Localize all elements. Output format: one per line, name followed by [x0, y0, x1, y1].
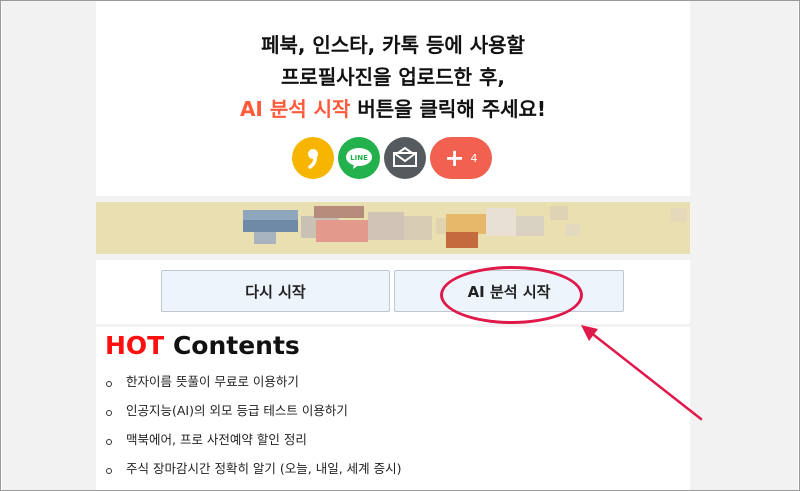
- intro-line-3-rest: 버튼을 클릭해 주세요!: [350, 97, 547, 121]
- hot-contents-item[interactable]: 인공지능(AI)의 외모 등급 테스트 이용하기: [104, 400, 402, 429]
- hot-contents-title: HOT Contents: [105, 331, 300, 360]
- hot-contents-panel: HOT Contents 한자이름 뜻풀이 무료로 이용하기 인공지능(AI)의…: [96, 327, 690, 490]
- intro-line-1: 페북, 인스타, 카톡 등에 사용할: [261, 33, 525, 57]
- ad-banner[interactable]: [96, 202, 690, 254]
- hot-contents-item[interactable]: 한자이름 뜻풀이 무료로 이용하기: [104, 371, 402, 400]
- mail-icon: [393, 147, 417, 167]
- kakao-talk-icon: [308, 149, 318, 169]
- action-panel: 다시 시작 AI 분석 시작: [96, 260, 690, 324]
- intro-line-3: AI 분석 시작 버튼을 클릭해 주세요!: [96, 93, 690, 122]
- plus-icon: +: [444, 144, 465, 172]
- share-count: 4: [470, 151, 478, 165]
- hot-contents-list: 한자이름 뜻풀이 무료로 이용하기 인공지능(AI)의 외모 등급 테스트 이용…: [104, 371, 402, 487]
- share-more-button[interactable]: + 4: [430, 137, 492, 179]
- intro-accent: AI 분석 시작: [239, 97, 351, 121]
- page-frame: 페북, 인스타, 카톡 등에 사용할 프로필사진을 업로드한 후, AI 분석 …: [0, 0, 800, 491]
- share-kakao-button[interactable]: [292, 137, 334, 179]
- share-line-button[interactable]: LINE: [338, 137, 380, 179]
- line-icon: LINE: [346, 148, 372, 169]
- intro-panel: 페북, 인스타, 카톡 등에 사용할 프로필사진을 업로드한 후, AI 분석 …: [96, 1, 690, 196]
- share-mail-button[interactable]: [384, 137, 426, 179]
- intro-line-2: 프로필사진을 업로드한 후,: [281, 65, 505, 89]
- line-label: LINE: [350, 154, 368, 162]
- hot-contents-item[interactable]: 맥북에어, 프로 사전예약 할인 정리: [104, 429, 402, 458]
- hot-label: HOT: [105, 331, 165, 360]
- restart-button[interactable]: 다시 시작: [161, 270, 390, 312]
- hot-title-rest: Contents: [164, 331, 300, 360]
- hot-contents-item[interactable]: 주식 장마감시간 정확히 알기 (오늘, 내일, 세계 증시): [104, 458, 402, 487]
- highlight-circle: [440, 266, 583, 324]
